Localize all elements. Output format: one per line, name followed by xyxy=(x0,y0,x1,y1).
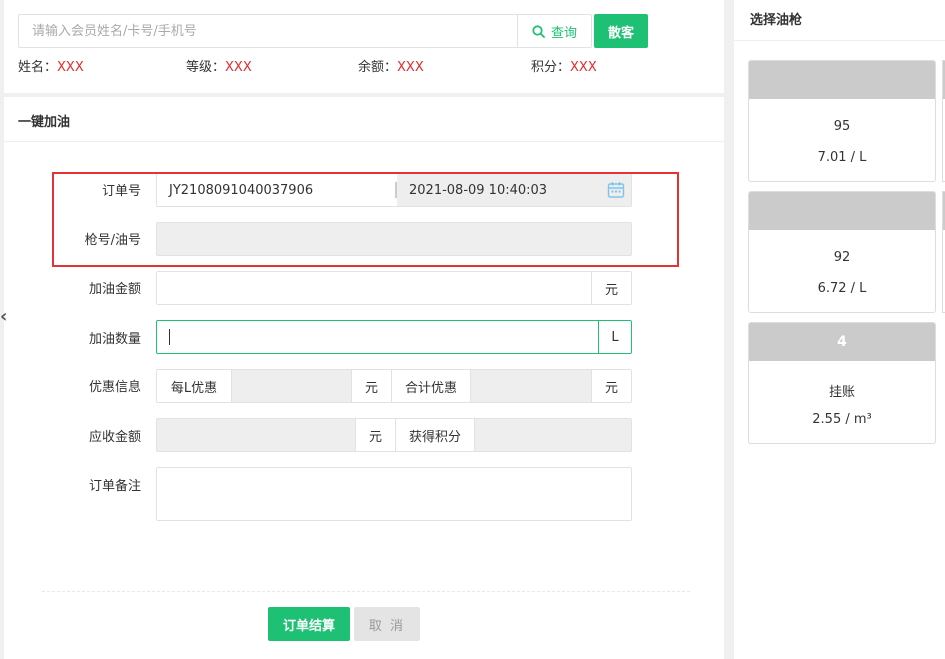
amount-label: 加油金额 xyxy=(88,282,141,297)
total-discount-input[interactable] xyxy=(471,370,593,402)
per-l-discount-input[interactable] xyxy=(231,370,351,402)
gun-oil: 挂账 xyxy=(828,385,855,400)
query-button[interactable]: 查询 xyxy=(517,15,591,47)
total-discount-label: 合计优惠 xyxy=(391,370,471,402)
member-balance: 余额：XXX xyxy=(358,56,424,75)
amount-input[interactable] xyxy=(157,272,593,304)
text-cursor xyxy=(169,329,170,345)
walkin-button[interactable]: 散客 xyxy=(594,14,648,48)
gun-number: 4 xyxy=(749,323,935,361)
per-l-discount-unit: 元 xyxy=(351,370,391,402)
volume-input[interactable] xyxy=(157,321,599,353)
points-label: 获得积分 xyxy=(395,419,475,451)
member-level-value: XXX xyxy=(225,60,252,75)
gun-select-panel: 选择油枪 95 7.01 / L 92 6.72 / L 4 挂账 2.55 /… xyxy=(734,0,945,659)
gun-panel-title: 选择油枪 xyxy=(750,13,803,28)
gun-number xyxy=(749,61,935,99)
gun-card[interactable]: 4 挂账 2.55 / m³ xyxy=(748,322,936,444)
receivable-label: 应收金额 xyxy=(88,430,141,445)
member-name-value: XXX xyxy=(57,60,84,75)
discount-label: 优惠信息 xyxy=(88,380,141,395)
per-l-discount-label: 每L优惠 xyxy=(157,370,231,402)
divider xyxy=(734,40,945,41)
member-level-label: 等级： xyxy=(186,60,226,75)
query-button-label: 查询 xyxy=(550,25,577,41)
section-title: 一键加油 xyxy=(18,115,71,130)
submit-order-button[interactable]: 订单结算 xyxy=(268,607,350,641)
member-points: 积分：XXX xyxy=(531,56,597,75)
member-name: 姓名：XXX xyxy=(18,56,84,75)
remark-label: 订单备注 xyxy=(88,479,141,494)
chevron-left-icon[interactable]: ‹ xyxy=(0,306,7,327)
gun-card[interactable]: 95 7.01 / L xyxy=(748,60,936,182)
receivable-unit: 元 xyxy=(355,419,395,451)
amount-field: 元 xyxy=(156,271,632,305)
member-points-label: 积分： xyxy=(531,60,571,75)
remark-textarea[interactable] xyxy=(156,467,632,521)
amount-unit: 元 xyxy=(591,272,631,304)
receivable-field: 元 获得积分 xyxy=(156,418,632,452)
main-panel: 查询 散客 姓名：XXX 等级：XXX 余额：XXX 积分：XXX 一键加油 订… xyxy=(4,0,724,659)
cancel-button[interactable]: 取 消 xyxy=(354,607,420,641)
gun-price: 7.01 / L xyxy=(817,150,867,165)
discount-field: 每L优惠 元 合计优惠 元 xyxy=(156,369,632,403)
member-balance-label: 余额： xyxy=(358,60,398,75)
points-input[interactable] xyxy=(475,419,631,451)
member-search-input[interactable] xyxy=(19,15,517,47)
member-balance-value: XXX xyxy=(397,60,424,75)
gun-card[interactable]: 92 6.72 / L xyxy=(748,191,936,313)
volume-field: L xyxy=(156,320,632,354)
divider xyxy=(42,591,690,592)
search-icon xyxy=(532,24,545,38)
gun-number xyxy=(749,192,935,230)
receivable-input[interactable] xyxy=(157,419,355,451)
highlight-box xyxy=(52,172,679,267)
gun-price: 2.55 / m³ xyxy=(812,412,872,427)
gun-oil: 95 xyxy=(833,119,851,134)
member-level: 等级：XXX xyxy=(186,56,252,75)
member-card: 查询 散客 姓名：XXX 等级：XXX 余额：XXX 积分：XXX xyxy=(4,0,724,93)
volume-label: 加油数量 xyxy=(88,332,141,347)
gun-oil: 92 xyxy=(833,250,851,265)
divider xyxy=(4,141,724,142)
volume-unit: L xyxy=(598,321,631,353)
total-discount-unit: 元 xyxy=(591,370,631,402)
member-search-box: 查询 xyxy=(18,14,592,48)
member-name-label: 姓名： xyxy=(18,60,58,75)
member-points-value: XXX xyxy=(570,60,597,75)
gun-price: 6.72 / L xyxy=(817,281,867,296)
